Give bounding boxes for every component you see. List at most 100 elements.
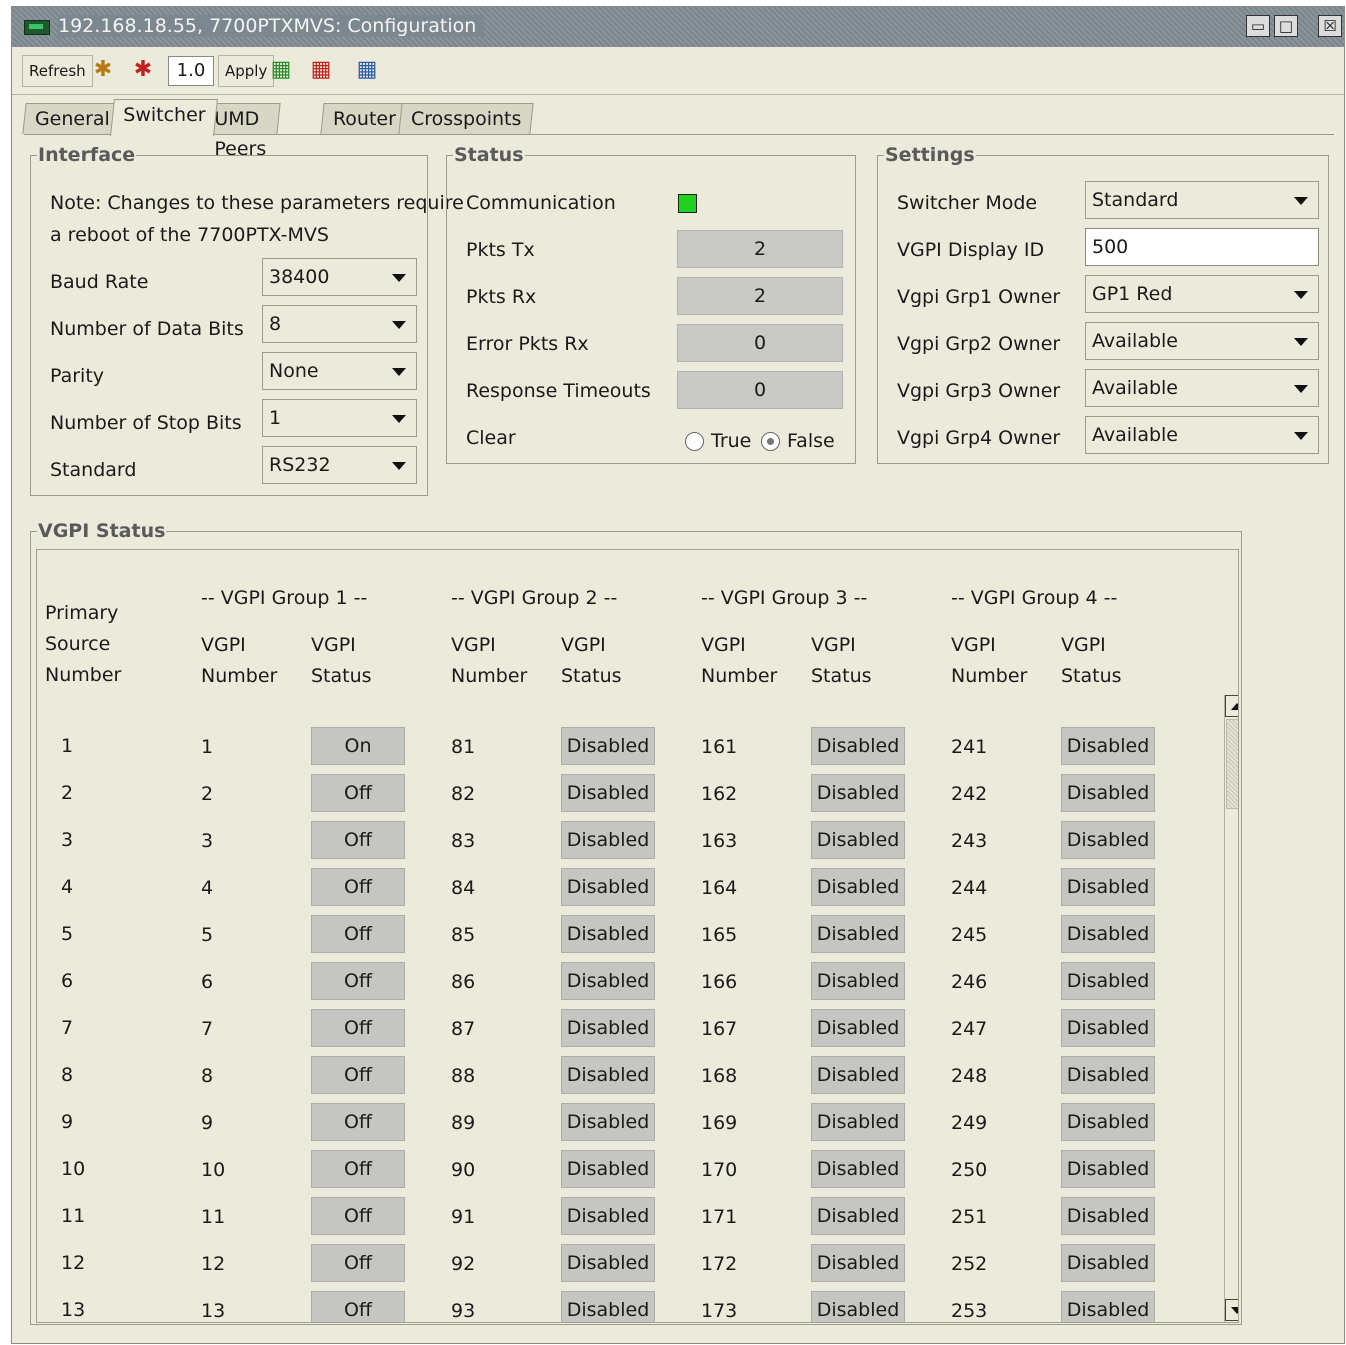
vgpi-status-button-g2[interactable]: Disabled: [561, 774, 655, 812]
vgpi-status-button-g3[interactable]: Disabled: [811, 1103, 905, 1141]
scroll-up-icon[interactable]: [1225, 695, 1238, 717]
clear-false-radio[interactable]: [761, 432, 780, 451]
vgpi-status-button-g3[interactable]: Disabled: [811, 962, 905, 1000]
vgpi-status-button-g4[interactable]: Disabled: [1061, 1103, 1155, 1141]
primary-source-number: 4: [61, 876, 74, 898]
standard-select[interactable]: RS232: [262, 446, 417, 484]
vgpi-status-button-g1[interactable]: On: [311, 727, 405, 765]
vgpi-status-button-g3[interactable]: Disabled: [811, 774, 905, 812]
g1-number-header-2: Number: [201, 665, 278, 687]
scroll-thumb[interactable]: [1226, 719, 1238, 809]
grp4-owner-select[interactable]: Available: [1085, 416, 1319, 454]
minimize-icon[interactable]: ▭: [1246, 15, 1270, 37]
vgpi-number-g2: 90: [451, 1159, 476, 1181]
switcher-mode-label: Switcher Mode: [897, 192, 1038, 214]
apply-all-icon[interactable]: ▦: [266, 55, 296, 85]
close-icon[interactable]: ☒: [1318, 15, 1342, 37]
scroll-down-icon[interactable]: [1225, 1299, 1238, 1321]
tab-crosspoints[interactable]: Crosspoints: [398, 103, 535, 134]
vgpi-status-button-g2[interactable]: Disabled: [561, 1056, 655, 1094]
clear-true-radio[interactable]: [685, 432, 704, 451]
vgpi-status-button-g2[interactable]: Disabled: [561, 1197, 655, 1235]
vgpi-status-button-g1[interactable]: Off: [311, 821, 405, 859]
vgpi-display-id-input[interactable]: 500: [1085, 228, 1319, 266]
vgpi-status-button-g2[interactable]: Disabled: [561, 1103, 655, 1141]
vgpi-status-button-g4[interactable]: Disabled: [1061, 1056, 1155, 1094]
vgpi-scrollbar[interactable]: [1224, 695, 1238, 1322]
vgpi-status-button-g1[interactable]: Off: [311, 1150, 405, 1188]
vgpi-status-button-g4[interactable]: Disabled: [1061, 1244, 1155, 1282]
vgpi-status-button-g1[interactable]: Off: [311, 1291, 405, 1322]
chevron-down-icon: [392, 321, 406, 329]
upload-icon[interactable]: ✱: [88, 55, 118, 85]
primary-source-number: 3: [61, 829, 74, 851]
grp3-owner-select[interactable]: Available: [1085, 369, 1319, 407]
vgpi-status-button-g2[interactable]: Disabled: [561, 821, 655, 859]
vgpi-status-button-g2[interactable]: Disabled: [561, 962, 655, 1000]
vgpi-status-button-g3[interactable]: Disabled: [811, 1291, 905, 1322]
g2-number-header-1: VGPI: [451, 634, 496, 656]
vgpi-number-g1: 6: [201, 971, 214, 993]
zoom-field[interactable]: 1.0: [168, 56, 214, 86]
copy-config-icon[interactable]: ▦: [352, 55, 382, 85]
vgpi-status-button-g1[interactable]: Off: [311, 962, 405, 1000]
data-bits-select[interactable]: 8: [262, 305, 417, 343]
vgpi-status-button-g3[interactable]: Disabled: [811, 821, 905, 859]
vgpi-number-g3: 161: [701, 736, 738, 758]
chevron-down-icon: [1294, 197, 1308, 205]
vgpi-status-button-g1[interactable]: Off: [311, 1009, 405, 1047]
vgpi-status-button-g4[interactable]: Disabled: [1061, 868, 1155, 906]
vgpi-status-button-g2[interactable]: Disabled: [561, 1244, 655, 1282]
maximize-icon[interactable]: □: [1274, 15, 1298, 37]
clear-true-label[interactable]: True: [711, 430, 751, 452]
vgpi-status-button-g1[interactable]: Off: [311, 915, 405, 953]
vgpi-status-button-g4[interactable]: Disabled: [1061, 774, 1155, 812]
grp1-owner-select[interactable]: GP1 Red: [1085, 275, 1319, 313]
pkts-tx-value: 2: [677, 230, 843, 268]
vgpi-status-button-g3[interactable]: Disabled: [811, 727, 905, 765]
vgpi-status-button-g2[interactable]: Disabled: [561, 868, 655, 906]
error-pkts-label: Error Pkts Rx: [466, 333, 589, 355]
vgpi-status-button-g4[interactable]: Disabled: [1061, 821, 1155, 859]
vgpi-status-button-g1[interactable]: Off: [311, 868, 405, 906]
vgpi-status-button-g1[interactable]: Off: [311, 1103, 405, 1141]
vgpi-status-button-g3[interactable]: Disabled: [811, 1009, 905, 1047]
vgpi-status-button-g3[interactable]: Disabled: [811, 1056, 905, 1094]
vgpi-number-g4: 250: [951, 1159, 988, 1181]
vgpi-status-button-g2[interactable]: Disabled: [561, 1150, 655, 1188]
grp2-owner-select[interactable]: Available: [1085, 322, 1319, 360]
vgpi-status-button-g4[interactable]: Disabled: [1061, 1009, 1155, 1047]
vgpi-status-button-g4[interactable]: Disabled: [1061, 915, 1155, 953]
g3-number-header-1: VGPI: [701, 634, 746, 656]
vgpi-status-button-g3[interactable]: Disabled: [811, 1197, 905, 1235]
vgpi-status-button-g1[interactable]: Off: [311, 1056, 405, 1094]
stop-bits-select[interactable]: 1: [262, 399, 417, 437]
tab-switcher[interactable]: Switcher: [110, 99, 219, 136]
vgpi-status-button-g2[interactable]: Disabled: [561, 915, 655, 953]
baud-rate-select[interactable]: 38400: [262, 258, 417, 296]
vgpi-status-button-g2[interactable]: Disabled: [561, 1291, 655, 1322]
vgpi-status-button-g4[interactable]: Disabled: [1061, 1150, 1155, 1188]
cancel-refresh-icon[interactable]: ✱: [128, 55, 158, 85]
clear-false-label[interactable]: False: [787, 430, 835, 452]
vgpi-status-button-g1[interactable]: Off: [311, 774, 405, 812]
vgpi-status-button-g3[interactable]: Disabled: [811, 1244, 905, 1282]
vgpi-status-button-g3[interactable]: Disabled: [811, 915, 905, 953]
vgpi-status-button-g3[interactable]: Disabled: [811, 868, 905, 906]
vgpi-status-button-g4[interactable]: Disabled: [1061, 727, 1155, 765]
vgpi-status-button-g2[interactable]: Disabled: [561, 727, 655, 765]
parity-select[interactable]: None: [262, 352, 417, 390]
vgpi-status-button-g4[interactable]: Disabled: [1061, 962, 1155, 1000]
vgpi-status-button-g3[interactable]: Disabled: [811, 1150, 905, 1188]
vgpi-status-button-g2[interactable]: Disabled: [561, 1009, 655, 1047]
vgpi-status-button-g4[interactable]: Disabled: [1061, 1291, 1155, 1322]
vgpi-status-button-g4[interactable]: Disabled: [1061, 1197, 1155, 1235]
switcher-mode-select[interactable]: Standard: [1085, 181, 1319, 219]
refresh-button[interactable]: Refresh: [22, 55, 93, 87]
vgpi-status-button-g1[interactable]: Off: [311, 1244, 405, 1282]
tab-router[interactable]: Router: [320, 103, 409, 134]
discard-icon[interactable]: ▦: [306, 55, 336, 85]
vgpi-number-g3: 168: [701, 1065, 738, 1087]
vgpi-status-button-g1[interactable]: Off: [311, 1197, 405, 1235]
tab-general[interactable]: General: [22, 103, 123, 134]
